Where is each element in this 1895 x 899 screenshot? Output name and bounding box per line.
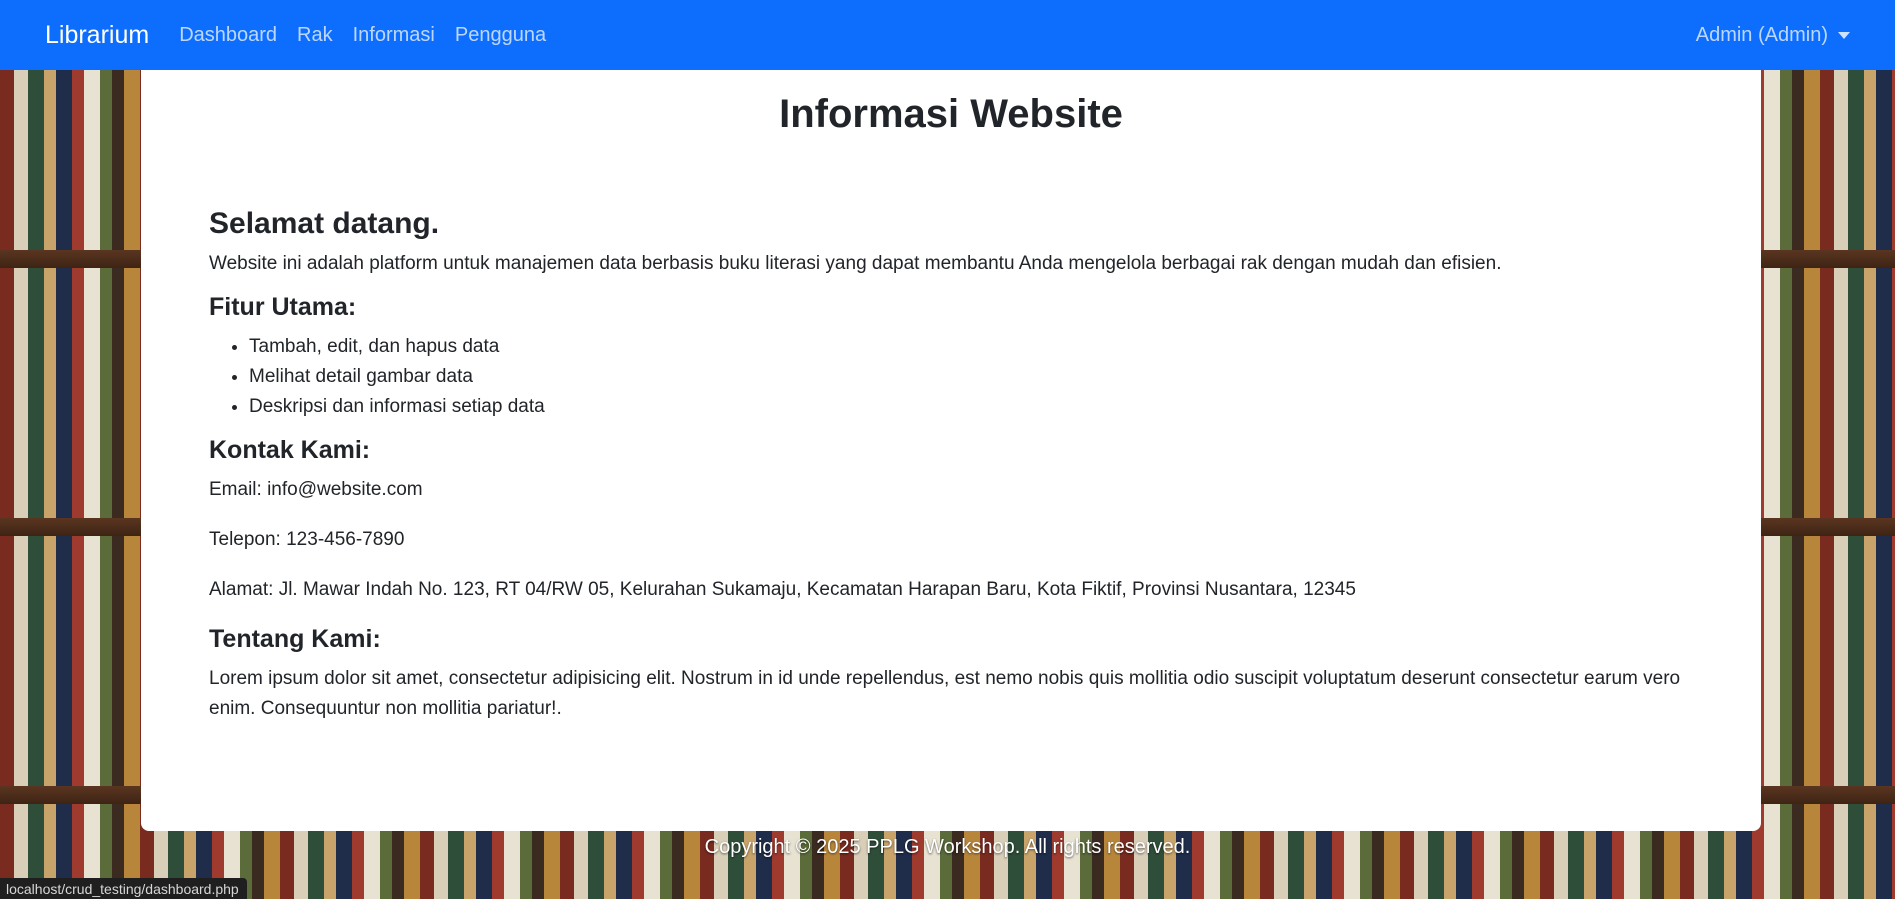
nav-link-pengguna[interactable]: Pengguna: [455, 24, 546, 47]
brand-link[interactable]: Librarium: [45, 21, 149, 50]
nav-links: Dashboard Rak Informasi Pengguna: [179, 24, 546, 47]
features-list: Tambah, edit, dan hapus data Melihat det…: [209, 332, 1693, 422]
welcome-heading: Selamat datang.: [209, 207, 440, 240]
browser-status-url: localhost/crud_testing/dashboard.php: [0, 878, 247, 899]
footer-copyright: Copyright © 2025 PPLG Workshop. All righ…: [704, 836, 1191, 858]
about-heading: Tentang Kami:: [209, 625, 381, 653]
features-heading: Fitur Utama:: [209, 293, 357, 321]
list-item: Melihat detail gambar data: [249, 362, 1693, 392]
chevron-down-icon: [1838, 31, 1850, 39]
user-dropdown[interactable]: Admin (Admin): [1696, 24, 1850, 47]
contact-email: Email: info@website.com: [209, 479, 423, 500]
list-item: Deskripsi dan informasi setiap data: [249, 392, 1693, 422]
user-dropdown-label: Admin (Admin): [1695, 23, 1828, 46]
nav-link-rak[interactable]: Rak: [297, 24, 333, 47]
page-title: Informasi Website: [779, 92, 1123, 136]
nav-link-informasi[interactable]: Informasi: [353, 24, 435, 47]
nav-link-dashboard[interactable]: Dashboard: [179, 24, 277, 47]
contact-phone: Telepon: 123-456-7890: [209, 529, 405, 550]
list-item: Tambah, edit, dan hapus data: [249, 332, 1693, 362]
welcome-text: Website ini adalah platform untuk manaje…: [209, 253, 1502, 274]
contact-address: Alamat: Jl. Mawar Indah No. 123, RT 04/R…: [209, 579, 1356, 600]
contact-heading: Kontak Kami:: [209, 436, 371, 464]
about-text: Lorem ipsum dolor sit amet, consectetur …: [209, 668, 1681, 719]
top-navbar: Librarium Dashboard Rak Informasi Penggu…: [0, 0, 1895, 70]
info-card: Informasi Website Selamat datang. Websit…: [141, 70, 1761, 831]
